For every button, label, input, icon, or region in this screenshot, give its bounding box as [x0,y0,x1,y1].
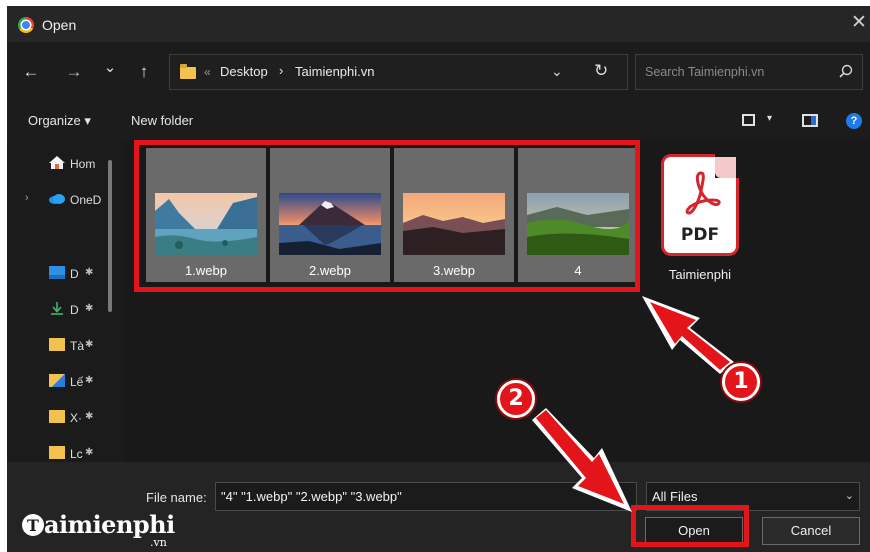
lake-mountains-thumbnail [155,193,257,255]
folder-icon [49,338,65,351]
navigation-pane: Hom › OneD D ✱ D ✱ Tà ✱ Lế ✱ X· ✱ Lc ✱ [7,140,123,462]
file-type-value: All Files [652,489,698,504]
sidebar-item-folder-3[interactable]: X· ✱ [7,404,111,432]
pin-icon: ✱ [85,267,94,278]
acrobat-icon [685,171,721,215]
command-toolbar: Organize ▾ New folder ▾ ? [7,100,870,140]
breadcrumb-separator[interactable]: › [279,63,283,78]
expand-chevron-icon[interactable]: › [25,192,29,204]
new-folder-button[interactable]: New folder [131,113,193,128]
sidebar-item-home[interactable]: Hom [7,150,111,178]
pin-icon: ✱ [85,303,94,314]
file-name-input[interactable]: "4" "1.webp" "2.webp" "3.webp" [215,482,637,511]
home-icon [49,156,65,169]
onedrive-icon [49,194,65,204]
chrome-icon [18,17,34,33]
file-item[interactable]: 4 [518,148,638,282]
green-hills-thumbnail [527,193,629,255]
preview-pane-icon[interactable] [802,114,818,127]
pdf-icon-text: PDF [680,225,720,245]
search-input[interactable]: Search Taimienphi.vn [645,65,764,79]
cancel-button[interactable]: Cancel [762,517,860,545]
file-name: 1.webp [185,263,227,278]
library-folder-icon [49,374,65,387]
open-button[interactable]: Open [645,517,743,545]
sidebar-item-label: X· [70,411,82,425]
file-item[interactable]: 3.webp [394,148,514,282]
sidebar-item-folder-1[interactable]: Tà ✱ [7,332,111,360]
file-name-panel: File name: "4" "1.webp" "2.webp" "3.webp… [7,462,870,552]
folder-icon [180,64,196,79]
sidebar-item-label: Lc [70,447,83,461]
view-dropdown-button[interactable]: ▾ [767,113,772,124]
sidebar-item-desktop[interactable]: D ✱ [7,260,111,288]
sidebar-item-label: Tà [70,339,84,353]
file-name: Taimienphi [668,267,732,282]
breadcrumb-taimienphi[interactable]: Taimienphi.vn [295,64,375,79]
file-list: 1.webp 2.webp 3.webp 4 PDF Taimienphi [123,140,870,462]
file-name-label: File name: [146,490,207,505]
chevron-down-icon: ⌄ [844,490,854,502]
navigation-bar: ← → ⌄ ↑ « Desktop › Taimienphi.vn ⌄ ↻ Se… [7,42,870,100]
sidebar-item-label: OneD [70,193,102,207]
sidebar-item-downloads[interactable]: D ✱ [7,296,111,324]
file-item[interactable]: 1.webp [146,148,266,282]
sidebar-item-label: D [70,303,79,317]
download-icon [51,302,63,315]
pin-icon: ✱ [85,339,94,350]
pin-icon: ✱ [85,375,94,386]
file-item[interactable]: 2.webp [270,148,390,282]
sidebar-item-onedrive[interactable]: › OneD [7,186,111,214]
view-mode-icon[interactable] [742,114,755,126]
pin-icon: ✱ [85,447,94,458]
pdf-file-icon: PDF [661,154,739,256]
sidebar-item-label: Hom [70,157,96,171]
organize-button[interactable]: Organize ▾ [28,113,91,129]
up-folder-button[interactable]: ↑ [132,60,156,84]
folder-icon [49,446,65,459]
help-icon[interactable]: ? [846,113,862,129]
sidebar-item-label: D [70,267,79,281]
refresh-button[interactable]: ↻ [594,61,608,81]
sunset-mountains-thumbnail [403,193,505,255]
window-title: Open [42,17,77,33]
volcano-reflection-thumbnail [279,193,381,255]
file-name: 3.webp [433,263,475,278]
title-bar: Open ✕ [7,6,870,42]
sidebar-item-folder-2[interactable]: Lế ✱ [7,368,111,396]
open-file-dialog: Open ✕ ← → ⌄ ↑ « Desktop › Taimienphi.vn… [7,6,870,552]
recent-locations-button[interactable]: ⌄ [98,56,122,80]
desktop-icon [49,266,65,279]
file-type-select[interactable]: All Files ⌄ [646,482,860,511]
search-icon [839,64,853,78]
address-bar[interactable]: « Desktop › Taimienphi.vn ⌄ ↻ [169,54,628,90]
search-box[interactable]: Search Taimienphi.vn [635,54,863,90]
sidebar-item-label: Lế [70,375,84,389]
sidebar-scrollbar[interactable] [108,160,112,312]
address-dropdown-button[interactable]: ⌄ [551,63,563,80]
file-name: 4 [574,263,582,278]
file-name: 2.webp [309,263,351,278]
breadcrumb-desktop[interactable]: Desktop [220,64,268,79]
back-button[interactable]: ← [19,60,43,84]
folder-icon [49,410,65,423]
pin-icon: ✱ [85,411,94,422]
forward-button[interactable]: → [62,60,86,84]
close-button[interactable]: ✕ [848,10,870,36]
address-overflow[interactable]: « [204,65,211,79]
